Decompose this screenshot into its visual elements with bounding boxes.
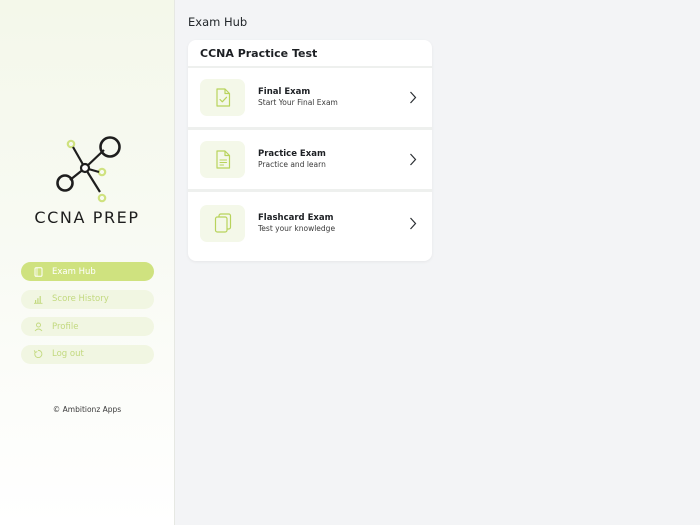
- copyright-text: © Ambitionz Apps: [52, 405, 122, 414]
- sidebar-item-label: Score History: [52, 294, 109, 304]
- tablet-icon: [32, 266, 44, 278]
- sidebar-item-score-history[interactable]: Score History: [21, 289, 154, 309]
- exam-title: Practice Exam: [258, 149, 326, 159]
- exam-subtitle: Test your knowledge: [258, 223, 336, 233]
- exam-subtitle: Practice and learn: [258, 160, 326, 169]
- exam-row-flashcard[interactable]: Flashcard Exam Test your knowledge: [188, 192, 432, 254]
- sidebar-item-label: Exam Hub: [52, 266, 96, 277]
- exam-text: Flashcard Exam Test your knowledge: [258, 213, 408, 234]
- exam-text: Final Exam Start Your Final Exam: [258, 87, 408, 108]
- brand-logo: CCNA PREP: [0, 128, 174, 227]
- bar-chart-icon: [32, 293, 44, 305]
- card-title: CCNA Practice Test: [188, 40, 432, 68]
- exam-row-practice[interactable]: Practice Exam Practice and learn: [188, 130, 432, 192]
- practice-test-card: CCNA Practice Test Final Exam Start Your…: [188, 40, 432, 261]
- brand-name: CCNA PREP: [34, 208, 140, 227]
- chevron-right-icon: [408, 216, 418, 230]
- chevron-right-icon: [408, 91, 418, 105]
- exam-icon-box: [200, 79, 245, 116]
- logout-icon: [32, 348, 44, 360]
- sidebar: CCNA PREP Exam Hub Score History Profile: [0, 0, 175, 525]
- molecule-network-logo-icon: [56, 136, 121, 203]
- file-check-icon: [215, 88, 230, 107]
- exam-text: Practice Exam Practice and learn: [258, 149, 408, 170]
- sidebar-item-label: Profile: [52, 321, 79, 332]
- exam-title: Final Exam: [258, 87, 311, 97]
- chevron-right-icon: [408, 153, 418, 167]
- copy-cards-icon: [214, 213, 231, 233]
- app-root: CCNA PREP Exam Hub Score History Profile: [0, 0, 700, 525]
- exam-title: Flashcard Exam: [258, 212, 334, 223]
- sidebar-item-exam-hub[interactable]: Exam Hub: [21, 262, 154, 281]
- exam-icon-box: [200, 204, 245, 242]
- main-content: Exam Hub CCNA Practice Test Final Exam S…: [175, 0, 700, 525]
- user-icon: [32, 321, 44, 333]
- exam-subtitle: Start Your Final Exam: [258, 98, 338, 107]
- exam-row-final[interactable]: Final Exam Start Your Final Exam: [188, 68, 432, 130]
- sidebar-item-label: Log out: [52, 349, 84, 359]
- sidebar-nav: Exam Hub Score History Profile Log out: [21, 262, 154, 372]
- sidebar-item-profile[interactable]: Profile: [21, 317, 154, 336]
- exam-icon-box: [200, 141, 245, 178]
- page-title: Exam Hub: [188, 15, 248, 29]
- sidebar-item-log-out[interactable]: Log out: [21, 344, 154, 364]
- file-text-icon: [215, 150, 230, 169]
